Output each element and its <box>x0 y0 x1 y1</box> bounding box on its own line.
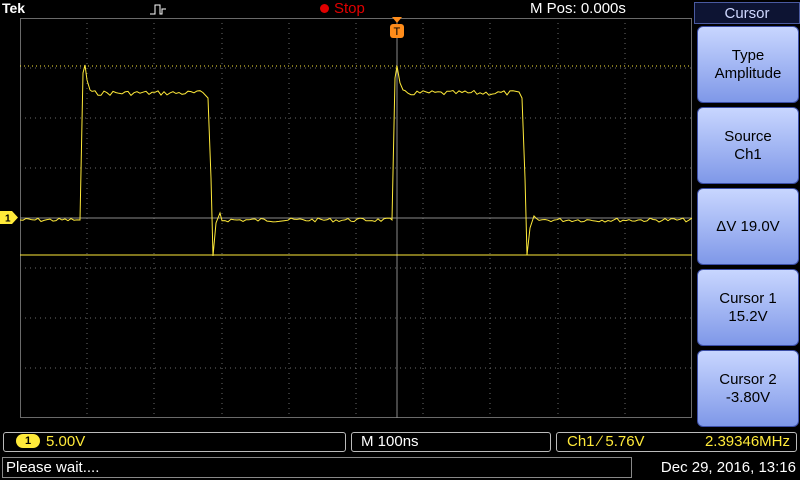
cursor-source-button[interactable]: Source Ch1 <box>697 107 799 184</box>
trigger-readout[interactable]: Ch1 ∕ 5.76V 2.39346MHz <box>556 432 797 452</box>
button-label: Type <box>731 46 765 64</box>
brand-label: Tek <box>2 0 26 16</box>
status-message: Please wait.... <box>2 457 632 478</box>
ch1-badge: 1 <box>16 434 40 448</box>
cursor-2-button[interactable]: Cursor 2 -3.80V <box>697 350 799 427</box>
ch1-scale-value: 5.00V <box>46 433 86 450</box>
trigger-status-icon <box>150 4 166 15</box>
timebase-readout[interactable]: M 100ns <box>351 432 551 452</box>
waveform-display <box>20 18 692 418</box>
ch1-ground-marker[interactable]: 1 <box>0 211 18 224</box>
ch1-marker-label: 1 <box>5 214 11 225</box>
timebase-value: M 100ns <box>361 433 419 450</box>
button-value: Ch1 <box>734 145 762 163</box>
trigger-position-marker[interactable]: T <box>389 17 405 41</box>
side-menu-title: Cursor <box>694 2 800 24</box>
horizontal-position-readout: M Pos: 0.000s <box>530 0 626 17</box>
button-label: ΔV 19.0V <box>716 217 780 235</box>
side-menu: Cursor Type Amplitude Source Ch1 ΔV 19.0… <box>694 0 800 428</box>
delta-v-button[interactable]: ΔV 19.0V <box>697 188 799 265</box>
message-bar: Please wait.... Dec 29, 2016, 13:16 <box>0 456 800 480</box>
button-label: Cursor 2 <box>719 370 777 388</box>
cursor-type-button[interactable]: Type Amplitude <box>697 26 799 103</box>
top-bar: Tek Stop M Pos: 0.000s <box>0 0 694 18</box>
button-label: Cursor 1 <box>719 289 777 307</box>
cursor-1-button[interactable]: Cursor 1 15.2V <box>697 269 799 346</box>
button-value: Amplitude <box>714 64 782 82</box>
trigger-value: Ch1 ∕ 5.76V <box>567 433 645 450</box>
trigger-marker-label: T <box>394 26 401 38</box>
stop-indicator-icon <box>320 4 329 13</box>
button-value: 15.2V <box>728 307 768 325</box>
ch1-scale-readout[interactable]: 1 5.00V <box>3 432 346 452</box>
button-value: -3.80V <box>725 388 771 406</box>
run-state-label: Stop <box>334 0 365 17</box>
frequency-value: 2.39346MHz <box>704 433 790 450</box>
date-time: Dec 29, 2016, 13:16 <box>660 459 796 476</box>
button-label: Source <box>724 127 772 145</box>
readout-bar: 1 5.00V M 100ns Ch1 ∕ 5.76V 2.39346MHz <box>0 430 800 456</box>
